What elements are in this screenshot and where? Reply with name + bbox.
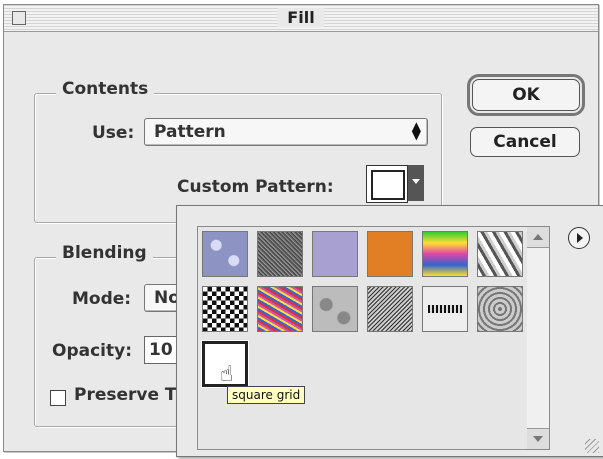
custom-pattern-swatch[interactable] — [366, 165, 408, 203]
pattern-swatch-orange[interactable] — [367, 231, 413, 277]
pattern-swatch-gravel[interactable] — [367, 286, 413, 332]
select-arrows-icon: ▲ ▼ — [411, 119, 421, 142]
pattern-swatch-lavender[interactable] — [312, 231, 358, 277]
opacity-label: Opacity: — [52, 341, 133, 361]
pattern-swatch-noise-gray[interactable] — [257, 231, 303, 277]
pattern-grid — [197, 226, 529, 450]
pattern-swatch-bubbles[interactable] — [202, 231, 248, 277]
cancel-button[interactable]: Cancel — [470, 127, 580, 157]
mode-label: Mode: — [72, 289, 132, 309]
ok-button[interactable]: OK — [467, 74, 585, 116]
opacity-value: 10 — [149, 340, 173, 360]
preserve-transparency-checkbox[interactable] — [50, 390, 66, 406]
custom-pattern-label: Custom Pattern: — [177, 177, 334, 197]
hand-cursor-icon: ☝ — [220, 362, 234, 387]
dialog-title: Fill — [277, 8, 325, 27]
scroll-up-button[interactable] — [527, 227, 549, 248]
arrow-up-icon — [533, 234, 543, 240]
preserve-transparency-label: Preserve T — [74, 385, 177, 405]
pattern-swatch-rope[interactable] — [422, 286, 468, 332]
title-bar[interactable]: Fill — [4, 5, 598, 32]
arrow-down-icon — [533, 436, 543, 442]
pattern-swatch-marble[interactable] — [477, 231, 523, 277]
pattern-preview — [371, 170, 405, 200]
close-box-icon[interactable] — [12, 11, 26, 25]
resize-grip-icon[interactable] — [585, 439, 599, 453]
scroll-down-button[interactable] — [527, 428, 549, 449]
picker-menu-button[interactable] — [568, 227, 590, 249]
use-select[interactable]: Pattern ▲ ▼ — [144, 118, 428, 146]
pattern-swatch-tie-dye[interactable] — [422, 231, 468, 277]
pattern-swatch-confetti[interactable] — [257, 286, 303, 332]
play-arrow-icon — [577, 233, 583, 243]
pattern-scrollbar[interactable] — [527, 226, 550, 450]
blending-group-label: Blending — [56, 243, 153, 263]
pattern-picker-popup: ☝ square grid — [176, 205, 603, 457]
pattern-tooltip: square grid — [227, 386, 306, 404]
pattern-swatch-stone[interactable] — [477, 286, 523, 332]
pattern-swatch-rocks[interactable] — [312, 286, 358, 332]
pattern-swatch-checker[interactable] — [202, 286, 248, 332]
use-label: Use: — [92, 123, 135, 143]
contents-group — [34, 93, 442, 223]
chevron-down-icon — [412, 179, 420, 184]
contents-group-label: Contents — [56, 79, 155, 99]
pattern-dropdown-button[interactable] — [408, 165, 424, 201]
use-select-value: Pattern — [154, 122, 226, 142]
